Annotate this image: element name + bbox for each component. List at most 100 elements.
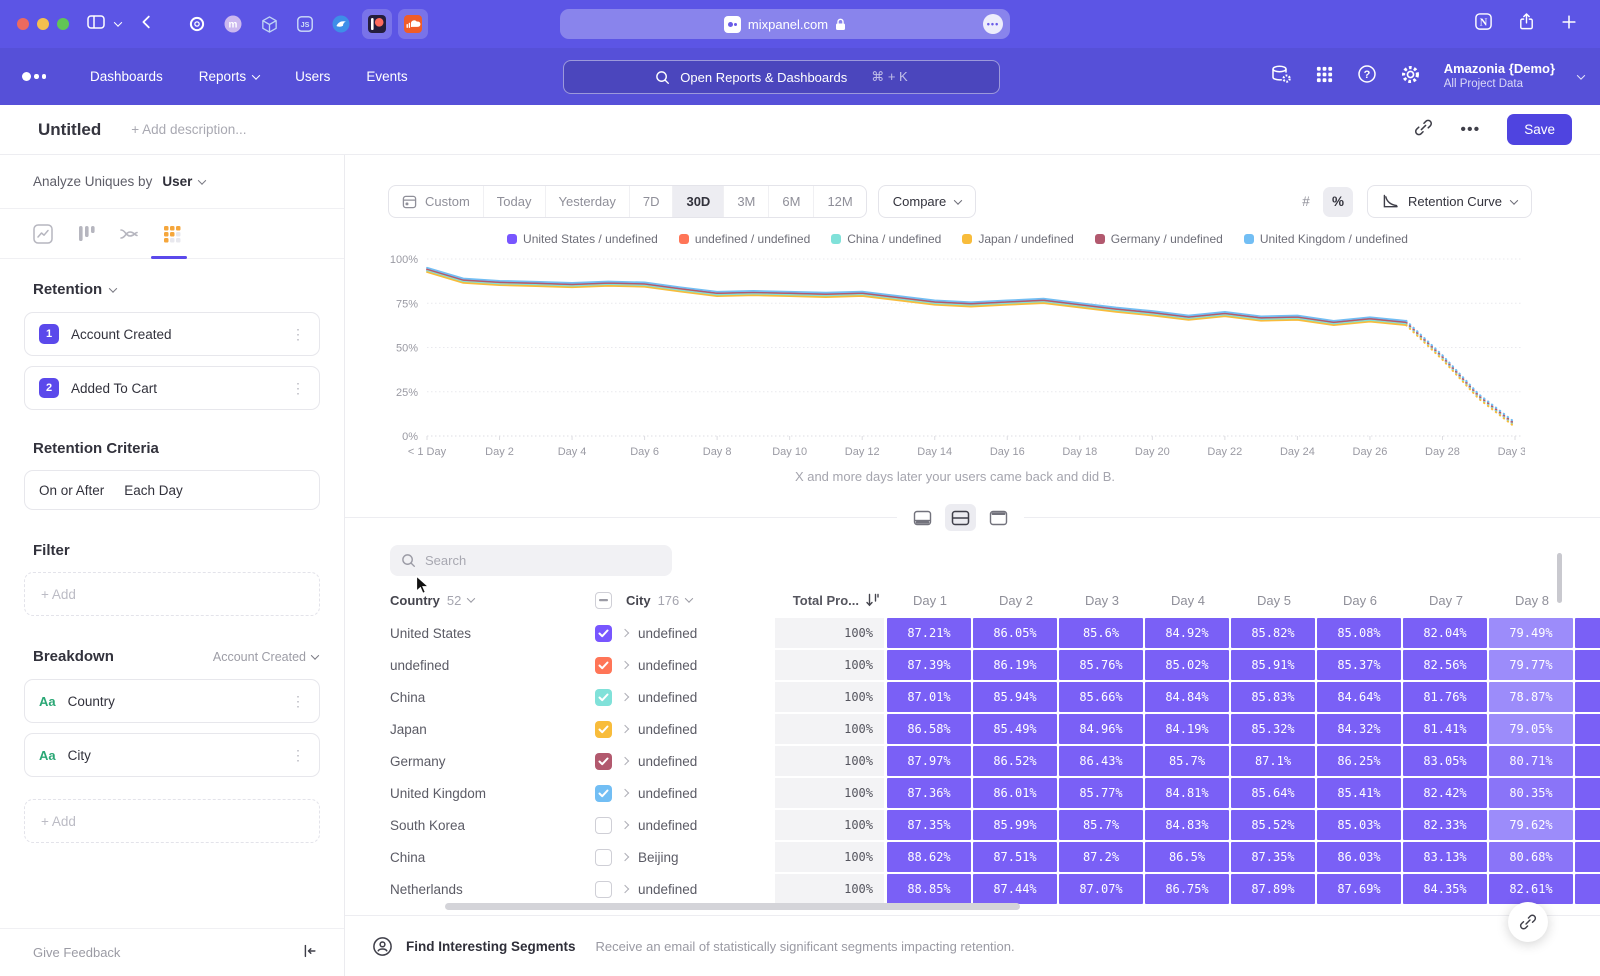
retention-value-cell[interactable]: 84.19%	[1145, 714, 1229, 744]
retention-value-cell[interactable]: 84.92%	[1145, 618, 1229, 648]
row-checkbox[interactable]	[595, 849, 612, 866]
format-option-percent[interactable]: %	[1323, 187, 1353, 217]
retention-value-cell[interactable]: 85.03%	[1317, 810, 1401, 840]
expand-row-icon[interactable]	[621, 661, 629, 669]
retention-value-cell[interactable]: 82.56%	[1403, 650, 1487, 680]
pinned-tab-avatar-m-icon[interactable]: m	[218, 9, 248, 39]
retention-value-cell[interactable]: 86.25%	[1317, 746, 1401, 776]
nav-item-events[interactable]: Events	[366, 69, 407, 84]
retention-value-cell[interactable]: 86.05%	[973, 618, 1057, 648]
date-range-today[interactable]: Today	[483, 186, 545, 217]
retention-value-cell[interactable]: 80.68%	[1489, 842, 1573, 872]
date-range-6m[interactable]: 6M	[768, 186, 813, 217]
project-switcher[interactable]: Amazonia {Demo} All Project Data	[1444, 61, 1555, 93]
nav-item-dashboards[interactable]: Dashboards	[90, 69, 163, 84]
retention-step-2[interactable]: 2Added To Cart⋮	[24, 366, 320, 410]
retention-value-cell[interactable]: 87.07%	[1059, 874, 1143, 904]
help-icon[interactable]: ?	[1357, 64, 1377, 89]
criteria-card[interactable]: On or After Each Day	[24, 470, 320, 510]
expand-row-icon[interactable]	[621, 885, 629, 893]
pinned-tab-patreon-icon[interactable]	[362, 9, 392, 39]
share-floating-button[interactable]	[1508, 902, 1548, 942]
city-select-all-checkbox[interactable]	[595, 592, 612, 609]
expand-row-icon[interactable]	[621, 789, 629, 797]
retention-value-cell[interactable]: 85.32%	[1231, 714, 1315, 744]
retention-value-cell[interactable]: 87.1%	[1231, 746, 1315, 776]
retention-value-cell[interactable]: 84.35%	[1403, 874, 1487, 904]
retention-line-chart[interactable]: 0%25%50%75%100%< 1 DayDay 2Day 4Day 6Day…	[385, 249, 1525, 461]
table-row[interactable]: South Koreaundefined100%87.35%85.99%85.7…	[390, 809, 1600, 841]
retention-value-cell[interactable]: 87.51%	[973, 842, 1057, 872]
retention-value-cell[interactable]: 85.41%	[1317, 778, 1401, 808]
retention-value-cell[interactable]: 85.02%	[1145, 650, 1229, 680]
retention-value-cell[interactable]: 85.76%	[1059, 650, 1143, 680]
table-row[interactable]: Germanyundefined100%87.97%86.52%86.43%85…	[390, 745, 1600, 777]
pinned-tab-soundcloud-icon[interactable]	[398, 9, 428, 39]
retention-value-cell[interactable]: 82.42%	[1403, 778, 1487, 808]
retention-value-cell[interactable]: 84.84%	[1145, 682, 1229, 712]
criteria-interval[interactable]: Each Day	[124, 483, 183, 498]
retention-value-cell[interactable]: 78.87%	[1489, 682, 1573, 712]
retention-value-cell[interactable]: 88.62%	[887, 842, 971, 872]
back-icon[interactable]	[138, 13, 156, 36]
table-row[interactable]: Japanundefined100%86.58%85.49%84.96%84.1…	[390, 713, 1600, 745]
pinned-tab-cube-icon[interactable]	[254, 9, 284, 39]
total-column-header[interactable]: Total Pro...	[775, 593, 887, 608]
retention-value-cell[interactable]: 79.77%	[1489, 650, 1573, 680]
breakdown-country[interactable]: AaCountry⋮	[24, 679, 320, 723]
date-range-3m[interactable]: 3M	[723, 186, 768, 217]
retention-value-cell[interactable]: 86.43%	[1059, 746, 1143, 776]
row-checkbox[interactable]	[595, 753, 612, 770]
retention-value-cell[interactable]: 85.6%	[1059, 618, 1143, 648]
nav-item-reports[interactable]: Reports	[199, 69, 259, 84]
breakdown-menu-icon[interactable]: ⋮	[291, 694, 305, 708]
day-column-header[interactable]: Day 2	[973, 593, 1059, 608]
retention-value-cell[interactable]: 87.69%	[1317, 874, 1401, 904]
table-row[interactable]: United Kingdomundefined100%87.36%86.01%8…	[390, 777, 1600, 809]
browser-sidebar-icon[interactable]	[86, 12, 106, 37]
legend-item[interactable]: China / undefined	[831, 232, 941, 246]
data-management-icon[interactable]	[1270, 64, 1292, 90]
retention-section-heading[interactable]: Retention	[0, 281, 344, 298]
address-bar[interactable]: mixpanel.com •••	[560, 9, 1010, 39]
legend-item[interactable]: Germany / undefined	[1095, 232, 1223, 246]
retention-value-cell[interactable]: 79.05%	[1489, 714, 1573, 744]
expand-row-icon[interactable]	[621, 629, 629, 637]
segments-title[interactable]: Find Interesting Segments	[406, 939, 576, 954]
retention-value-cell[interactable]: 87.01%	[887, 682, 971, 712]
add-breakdown-button[interactable]: + Add	[24, 799, 320, 843]
retention-value-cell[interactable]: 86.5%	[1145, 842, 1229, 872]
breakdown-scope-dropdown[interactable]: Account Created	[213, 650, 318, 664]
date-range-12m[interactable]: 12M	[813, 186, 865, 217]
date-range-7d[interactable]: 7D	[629, 186, 673, 217]
retention-value-cell[interactable]: 84.83%	[1145, 810, 1229, 840]
retention-value-cell[interactable]: 86.52%	[973, 746, 1057, 776]
retention-value-cell[interactable]: 86.19%	[973, 650, 1057, 680]
expand-row-icon[interactable]	[621, 821, 629, 829]
day-column-header[interactable]: Day 4	[1145, 593, 1231, 608]
chart-type-dropdown[interactable]: Retention Curve	[1367, 185, 1532, 218]
retention-value-cell[interactable]: 82.33%	[1403, 810, 1487, 840]
retention-value-cell[interactable]: 87.97%	[887, 746, 971, 776]
retention-value-cell[interactable]: 85.49%	[973, 714, 1057, 744]
table-row[interactable]: United Statesundefined100%87.21%86.05%85…	[390, 617, 1600, 649]
pinned-tab-bird-icon[interactable]	[326, 9, 356, 39]
retention-value-cell[interactable]: 85.82%	[1231, 618, 1315, 648]
row-checkbox[interactable]	[595, 625, 612, 642]
retention-value-cell[interactable]: 83.05%	[1403, 746, 1487, 776]
day-column-header[interactable]: Day 6	[1317, 593, 1403, 608]
retention-value-cell[interactable]: 85.91%	[1231, 650, 1315, 680]
retention-value-cell[interactable]: 85.7%	[1059, 810, 1143, 840]
date-range-custom[interactable]: Custom	[389, 186, 483, 217]
retention-value-cell[interactable]: 80.35%	[1489, 778, 1573, 808]
tab-flows[interactable]	[117, 222, 141, 246]
date-range-yesterday[interactable]: Yesterday	[545, 186, 629, 217]
city-column-header[interactable]: City 176	[595, 592, 775, 609]
view-toggle-chart-only[interactable]	[907, 504, 938, 531]
retention-value-cell[interactable]: 84.64%	[1317, 682, 1401, 712]
day-column-header[interactable]: Day 3	[1059, 593, 1145, 608]
table-row[interactable]: Netherlandsundefined100%88.85%87.44%87.0…	[390, 873, 1600, 905]
tab-group-chevron-icon[interactable]	[114, 18, 122, 26]
day-column-header[interactable]: Day 7	[1403, 593, 1489, 608]
retention-value-cell[interactable]: 85.99%	[973, 810, 1057, 840]
